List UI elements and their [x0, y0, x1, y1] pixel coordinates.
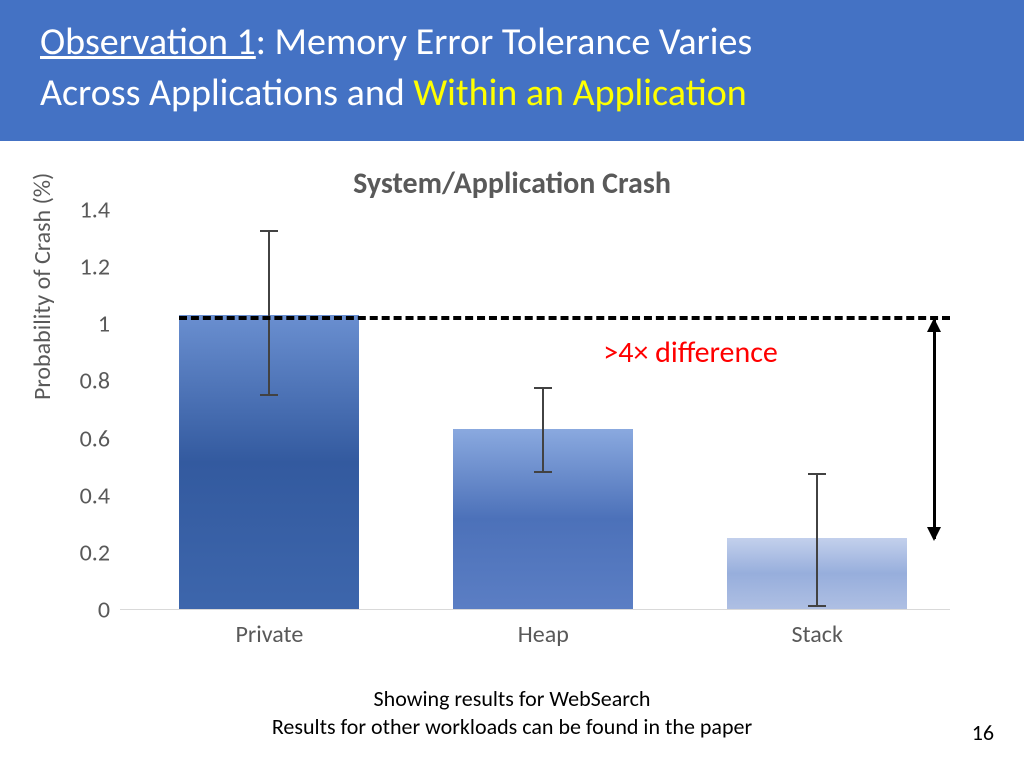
y-tick-label: 0.2 — [80, 538, 110, 567]
page-number: 16 — [972, 719, 994, 746]
title-highlight: Within an Application — [413, 70, 746, 116]
y-tick-label: 1 — [98, 310, 110, 339]
chart-container: System/Application Crash Probability of … — [0, 155, 1024, 718]
x-axis-line — [120, 609, 950, 610]
error-bar — [542, 387, 544, 473]
y-tick-label: 0.6 — [80, 424, 110, 453]
difference-arrow — [933, 320, 936, 539]
reference-line — [179, 316, 950, 320]
caption: Showing results for WebSearch Results fo… — [0, 685, 1024, 742]
error-bar — [268, 230, 270, 396]
chart-title: System/Application Crash — [0, 165, 1024, 202]
y-tick-label: 0 — [98, 596, 110, 625]
title-underlined: Observation 1 — [40, 19, 256, 65]
y-tick-label: 0.4 — [80, 481, 110, 510]
plot-area: 00.20.40.60.811.21.4 PrivateHeapStack >4… — [120, 210, 950, 610]
title-across: Across Applications and — [40, 70, 413, 116]
x-tick-label: Stack — [792, 620, 843, 649]
y-tick-label: 0.8 — [80, 367, 110, 396]
y-tick-label: 1.4 — [80, 196, 110, 225]
slide-title: Observation 1: Memory Error Tolerance Va… — [0, 0, 1024, 141]
caption-line2: Results for other workloads can be found… — [0, 713, 1024, 742]
x-tick-label: Private — [236, 620, 304, 649]
y-axis-label: Probability of Crash (%) — [28, 173, 57, 400]
error-bar — [816, 473, 818, 607]
y-tick-label: 1.2 — [80, 253, 110, 282]
caption-line1: Showing results for WebSearch — [0, 685, 1024, 714]
annotation-text: >4× difference — [603, 334, 778, 371]
title-rest1: : Memory Error Tolerance Varies — [256, 19, 753, 65]
x-tick-label: Heap — [518, 620, 569, 649]
y-axis: 00.20.40.60.811.21.4 — [60, 210, 120, 610]
